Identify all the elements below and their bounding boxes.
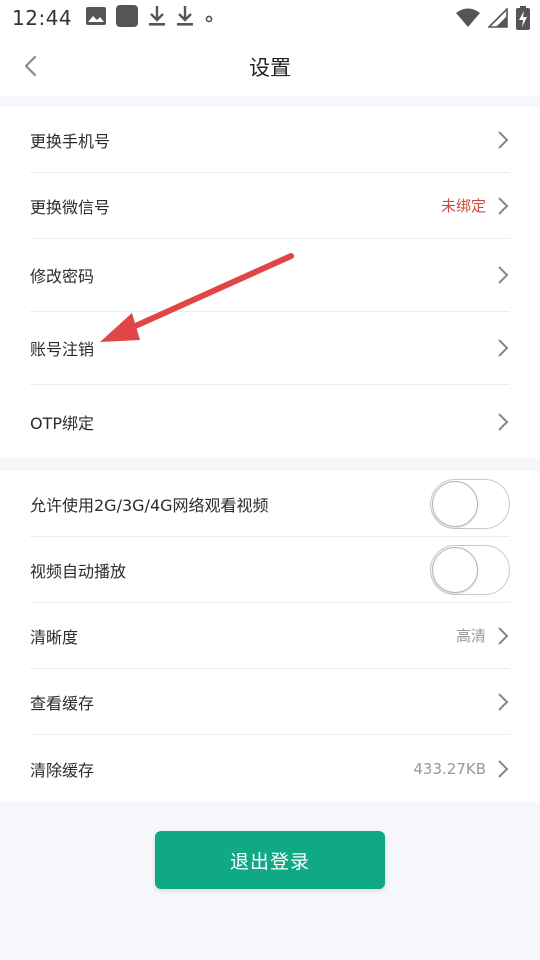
status-bar: 12:44	[0, 0, 540, 36]
row-otp-binding[interactable]: OTP绑定	[30, 385, 510, 458]
resolution-value: 高清	[455, 627, 486, 645]
page-title: 设置	[249, 56, 291, 80]
chevron-right-icon	[496, 759, 510, 779]
row-mobile-network-video: 允许使用2G/3G/4G网络观看视频	[30, 471, 510, 537]
toggle-knob	[432, 546, 478, 593]
image-icon	[86, 7, 107, 29]
video-settings-group: 允许使用2G/3G/4G网络观看视频 视频自动播放 清晰度 高清 查看缓存 清除…	[0, 471, 540, 802]
row-label: 更换微信号	[30, 197, 111, 217]
row-change-wechat[interactable]: 更换微信号 未绑定	[30, 173, 510, 239]
row-label: 更换手机号	[30, 131, 111, 151]
status-time: 12:44	[12, 6, 73, 30]
chevron-right-icon	[496, 412, 510, 432]
row-resolution[interactable]: 清晰度 高清	[30, 603, 510, 669]
chevron-right-icon	[496, 338, 510, 358]
logout-button[interactable]: 退出登录	[155, 831, 385, 889]
row-clear-cache[interactable]: 清除缓存 433.27KB	[30, 735, 510, 802]
row-cancel-account[interactable]: 账号注销	[30, 312, 510, 385]
row-label: 清除缓存	[30, 760, 95, 780]
signal-icon	[487, 7, 508, 32]
chevron-right-icon	[496, 130, 510, 150]
row-label: 允许使用2G/3G/4G网络观看视频	[30, 495, 269, 515]
row-label: 账号注销	[30, 340, 95, 359]
row-label: 修改密码	[30, 267, 95, 286]
dot-icon	[204, 9, 214, 28]
row-label: 清晰度	[30, 627, 79, 647]
row-label: 查看缓存	[30, 693, 95, 713]
download-icon	[148, 5, 166, 31]
row-change-phone[interactable]: 更换手机号	[30, 107, 510, 173]
row-view-cache[interactable]: 查看缓存	[30, 669, 510, 735]
toggle-knob	[432, 480, 478, 527]
row-autoplay: 视频自动播放	[30, 537, 510, 603]
wifi-icon	[456, 8, 480, 32]
mobile-network-toggle[interactable]	[430, 478, 510, 529]
row-change-password[interactable]: 修改密码	[30, 239, 510, 312]
row-label: OTP绑定	[30, 413, 95, 433]
wechat-bind-status: 未绑定	[440, 197, 486, 215]
nav-bar: 设置	[0, 36, 540, 96]
chevron-right-icon	[496, 692, 510, 712]
row-label: 视频自动播放	[30, 561, 127, 581]
battery-charging-icon	[516, 6, 530, 34]
account-settings-group: 更换手机号 更换微信号 未绑定 修改密码 账号注销 OTP绑定	[0, 107, 540, 458]
autoplay-toggle[interactable]	[430, 544, 510, 595]
cache-size-value: 433.27KB	[413, 759, 486, 778]
download-icon	[176, 5, 194, 31]
chevron-right-icon	[496, 196, 510, 216]
chevron-right-icon	[496, 265, 510, 285]
chevron-right-icon	[496, 626, 510, 646]
app-square-icon	[116, 5, 139, 31]
